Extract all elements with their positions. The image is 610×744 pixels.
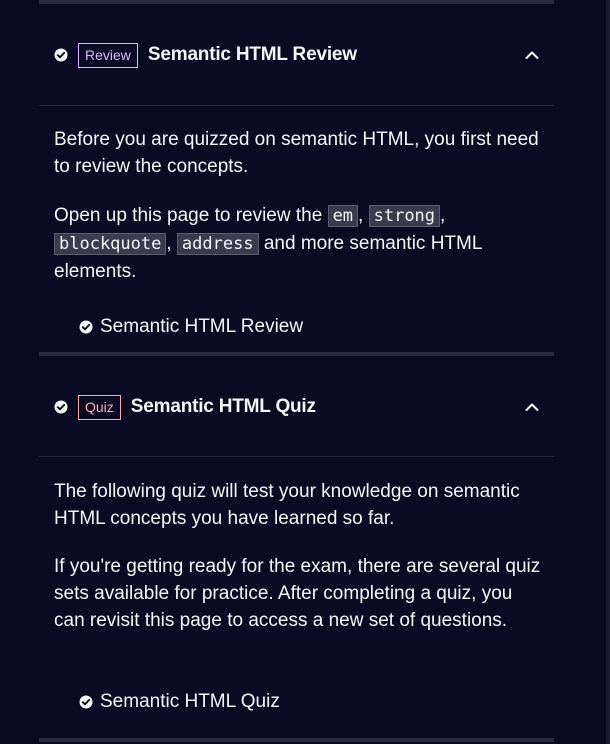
quiz-description: The following quiz will test your knowle… [54,481,520,529]
review-text-segment: , [440,205,446,226]
code-em: em [327,205,359,227]
code-blockquote: blockquote [54,233,167,255]
review-description: Before you are quizzed on semantic HTML,… [54,129,539,177]
quiz-badge: Quiz [78,394,121,420]
review-link[interactable]: Semantic HTML Review [79,316,303,338]
block-divider [39,352,554,356]
chevron-up-icon[interactable] [524,50,540,60]
review-text-segment: Open up this page to review the [54,205,328,226]
review-header-divider [39,105,554,106]
curriculum-page: Review Semantic HTML Review Before you a… [0,0,610,744]
scrollbar-track[interactable] [606,0,610,744]
bottom-divider [39,738,554,742]
check-circle-icon [54,400,68,414]
code-address: address [176,233,259,255]
review-text-segment: , [358,205,369,226]
quiz-practice-description: If you're getting ready for the exam, th… [54,556,541,631]
quiz-block-header[interactable]: Quiz Semantic HTML Quiz [39,377,554,437]
quiz-block-title: Semantic HTML Quiz [130,396,316,417]
quiz-link-label: Semantic HTML Quiz [100,691,280,712]
chevron-up-icon[interactable] [524,402,540,412]
code-strong: strong [368,205,441,227]
review-text-segment: , [166,233,177,254]
review-block-title: Semantic HTML Review [147,44,357,65]
check-circle-icon [79,695,93,709]
review-link-label: Semantic HTML Review [100,316,304,337]
review-block-header[interactable]: Review Semantic HTML Review [39,25,554,85]
review-elements-description: Open up this page to review the em, stro… [54,202,544,285]
quiz-header-divider [39,456,554,457]
top-divider [39,0,554,4]
review-badge: Review [78,42,138,68]
quiz-link[interactable]: Semantic HTML Quiz [79,691,280,713]
check-circle-icon [79,320,93,334]
check-circle-icon [54,48,68,62]
